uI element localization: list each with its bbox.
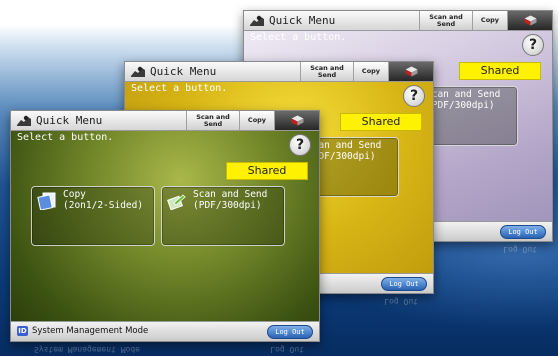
scan-send-preset-button[interactable]: Scan and Send (PDF/300dpi)	[161, 186, 285, 246]
shared-tab[interactable]: Shared	[459, 62, 541, 80]
bottom-bar: ID System Management Mode Log Out	[11, 321, 319, 341]
tab-copy[interactable]: Copy	[353, 62, 388, 81]
quick-menu-title-area: Quick Menu	[11, 111, 186, 130]
quick-menu-title-area: Quick Menu	[244, 11, 419, 30]
copy-icon	[37, 192, 56, 210]
top-bar: Quick Menu Scan and Send Copy	[125, 62, 433, 82]
scan-send-preset-label: Scan and Send (PDF/300dpi)	[307, 140, 382, 162]
reflection-logout-text: Log Out	[503, 245, 537, 254]
instruction-text: Select a button.	[250, 32, 347, 43]
shared-tab[interactable]: Shared	[340, 113, 422, 131]
logout-button[interactable]: Log Out	[500, 225, 546, 239]
shared-tab[interactable]: Shared	[226, 162, 308, 180]
quick-menu-title: Quick Menu	[269, 14, 336, 27]
status-monitor-button[interactable]	[507, 11, 552, 30]
system-management-mode-text: System Management Mode	[32, 326, 149, 336]
reflection-logout-text: Log Out	[270, 345, 304, 354]
status-monitor-icon	[291, 115, 303, 126]
help-button[interactable]: ?	[289, 134, 311, 156]
tab-copy[interactable]: Copy	[472, 11, 507, 30]
quick-menu-title-area: Quick Menu	[125, 62, 300, 81]
logout-button[interactable]: Log Out	[381, 277, 427, 291]
id-badge-icon: ID	[17, 326, 28, 336]
reflection-footer-text: System Management Mode	[34, 345, 140, 354]
quick-menu-screen-front: Quick Menu Scan and Send Copy Select a b…	[10, 110, 320, 342]
copy-preset-button[interactable]: Copy (2on1/2-Sided)	[31, 186, 155, 246]
quick-menu-icon	[250, 15, 264, 26]
scan-send-preset-label: Scan and Send (PDF/300dpi)	[193, 189, 268, 211]
status-monitor-button[interactable]	[274, 111, 319, 130]
status-monitor-icon	[405, 66, 417, 77]
top-bar: Quick Menu Scan and Send Copy	[244, 11, 552, 31]
system-management-mode: ID System Management Mode	[17, 326, 148, 336]
help-button[interactable]: ?	[403, 85, 425, 107]
tab-scan-and-send[interactable]: Scan and Send	[186, 111, 239, 130]
tab-scan-and-send[interactable]: Scan and Send	[300, 62, 353, 81]
instruction-text: Select a button.	[131, 83, 228, 94]
scan-send-icon	[167, 194, 186, 210]
status-monitor-icon	[524, 15, 536, 26]
scan-send-preset-label: Scan and Send (PDF/300dpi)	[426, 89, 501, 111]
quick-menu-title: Quick Menu	[36, 114, 103, 127]
copy-preset-label: Copy (2on1/2-Sided)	[63, 189, 144, 211]
help-button[interactable]: ?	[522, 34, 544, 56]
quick-menu-icon	[17, 115, 31, 126]
quick-menu-icon	[131, 66, 145, 77]
reflection-logout-text: Log Out	[384, 297, 418, 306]
tab-scan-and-send[interactable]: Scan and Send	[419, 11, 472, 30]
top-bar: Quick Menu Scan and Send Copy	[11, 111, 319, 131]
instruction-text: Select a button.	[17, 132, 114, 143]
quick-menu-title: Quick Menu	[150, 65, 217, 78]
status-monitor-button[interactable]	[388, 62, 433, 81]
tab-copy[interactable]: Copy	[239, 111, 274, 130]
logout-button[interactable]: Log Out	[267, 325, 313, 339]
reflection-front: System Management Mode Log Out	[10, 340, 318, 356]
